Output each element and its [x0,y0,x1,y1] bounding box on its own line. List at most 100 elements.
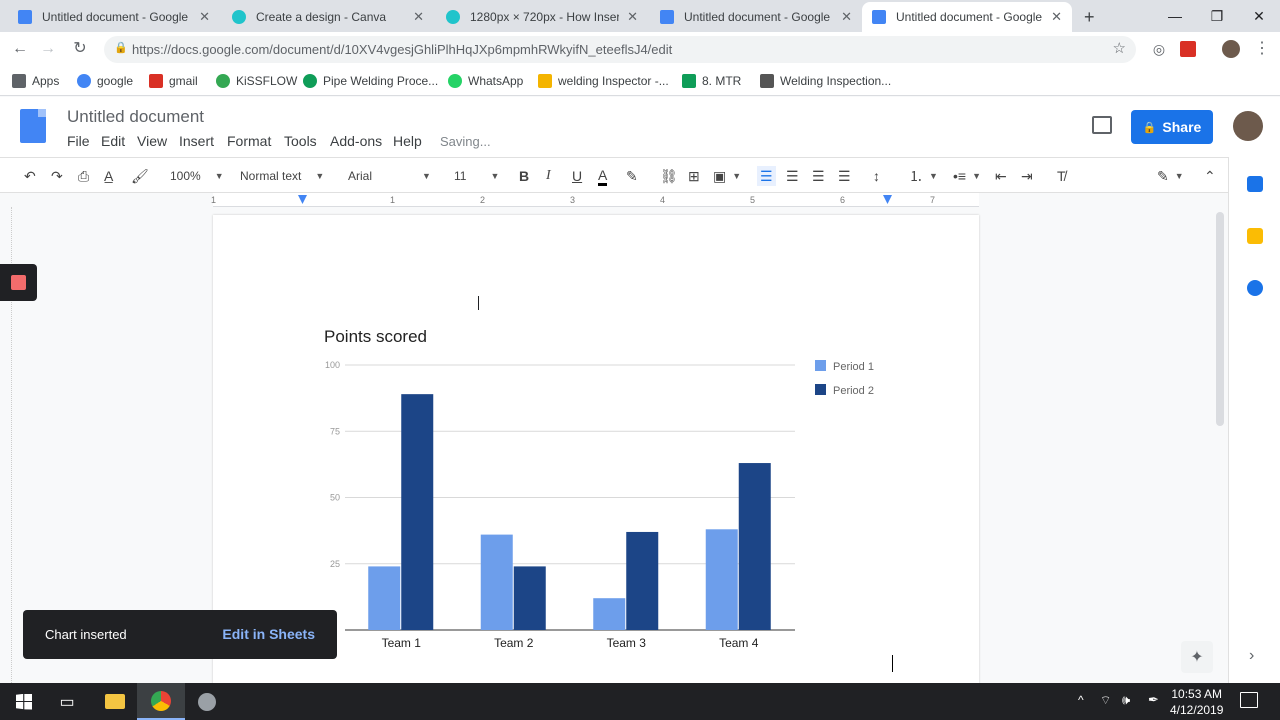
record-button[interactable] [0,264,37,301]
close-icon[interactable]: ✕ [413,9,424,25]
file-explorer-icon[interactable] [91,683,139,720]
menu-view[interactable]: View [137,133,167,149]
address-bar[interactable]: 🔒 https://docs.google.com/document/d/10X… [104,36,1136,63]
tasks-icon[interactable] [1247,280,1263,296]
chrome-icon[interactable] [137,683,185,720]
mouse-cursor [478,296,479,310]
chevron-right-icon[interactable]: › [1249,647,1254,665]
browser-tab[interactable]: Create a design - Canva ✕ [222,2,434,32]
extension-icon[interactable]: ◎ [1149,39,1169,59]
highlight-icon[interactable]: ✎ [626,166,638,186]
bookmark-apps[interactable]: Apps [12,72,59,90]
menu-tools[interactable]: Tools [284,133,317,149]
bookmark-mtr[interactable]: 8. MTR [682,72,741,90]
menu-file[interactable]: File [67,133,90,149]
document-title[interactable]: Untitled document [67,107,204,127]
increase-indent-icon[interactable]: ⇥ [1021,166,1033,186]
menu-insert[interactable]: Insert [179,133,214,149]
new-tab-button[interactable]: + [1080,2,1106,32]
spellcheck-icon[interactable]: A̲ [104,166,113,186]
window-close-icon[interactable]: ✕ [1236,0,1280,32]
comment-add-icon[interactable]: ⊞ [688,166,700,186]
chevron-up-icon[interactable]: ^ [1078,693,1084,707]
align-right-icon[interactable]: ☰ [812,166,825,186]
zoom-select[interactable]: 100% ▼ [170,166,224,186]
image-icon[interactable]: ▣ ▼ [713,166,741,186]
more-icon[interactable]: ⋮ [1252,39,1272,59]
extension-icon[interactable] [1180,41,1196,57]
bookmark-kissflow[interactable]: KiSSFLOW [216,72,297,90]
align-left-icon[interactable]: ☰ [757,166,776,186]
explore-icon[interactable]: ✦ [1181,641,1213,673]
browser-tab[interactable]: Untitled document - Google D ✕ [8,2,220,32]
menu-edit[interactable]: Edit [101,133,125,149]
star-icon[interactable]: ☆ [1113,39,1126,57]
text-color-icon[interactable]: A [598,166,608,186]
menu-help[interactable]: Help [393,133,422,149]
bold-icon[interactable]: B [519,166,529,186]
collapse-icon[interactable]: ⌃ [1204,166,1216,186]
bar-period-2 [738,463,771,630]
font-size-select[interactable]: 11 ▼ [454,166,499,186]
undo-icon[interactable]: ↶ [24,166,36,186]
close-icon[interactable]: ✕ [1051,9,1062,25]
style-select[interactable]: Normal text ▼ [240,166,324,186]
bookmark-gmail[interactable]: gmail [149,72,198,90]
share-button[interactable]: 🔒 Share [1131,110,1213,144]
keep-icon[interactable] [1247,228,1263,244]
clear-formatting-icon[interactable]: T̸ [1057,166,1066,186]
comment-history-icon[interactable] [1092,116,1112,134]
edit-in-sheets-button[interactable]: Edit in Sheets [222,626,315,642]
close-icon[interactable]: ✕ [627,9,638,25]
forward-icon[interactable]: → [38,39,58,59]
bulleted-list-icon[interactable]: •≡ ▼ [953,166,981,186]
x-tick-label: Team 3 [607,636,647,650]
numbered-list-icon[interactable]: ⒈ ▼ [909,166,938,186]
notification-icon[interactable] [1240,692,1258,708]
pen-icon[interactable]: ✒ [1148,692,1159,708]
indent-marker[interactable] [298,195,307,204]
close-icon[interactable]: ✕ [199,9,210,25]
volume-icon[interactable]: 🕪 [1122,692,1130,708]
windows-start-icon[interactable] [0,683,48,720]
browser-tab-active[interactable]: Untitled document - Google D ✕ [862,2,1072,32]
align-center-icon[interactable]: ☰ [786,166,799,186]
editing-mode-icon[interactable]: ✎ ▼ [1157,166,1184,186]
menu-format[interactable]: Format [227,133,271,149]
line-spacing-icon[interactable]: ↕ [873,166,880,186]
clock[interactable]: 10:53 AM 4/12/2019 [1170,686,1223,718]
bookmark-google[interactable]: google [77,72,133,90]
minimize-icon[interactable]: — [1152,0,1198,32]
network-icon[interactable]: ⌔ [1100,693,1111,708]
task-view-icon[interactable]: ▭ [43,683,91,720]
decrease-indent-icon[interactable]: ⇤ [995,166,1007,186]
bookmark-whatsapp[interactable]: WhatsApp [448,72,523,90]
docs-logo-icon[interactable] [20,109,46,143]
chart[interactable]: Points scored 100755025 Team 1 Team 2 Team… [310,320,900,660]
avatar[interactable] [1233,111,1263,141]
paint-format-icon[interactable]: 🖌 [131,166,149,186]
browser-tab[interactable]: 1280px × 720px - How Insert E ✕ [436,2,648,32]
justify-icon[interactable]: ☰ [838,166,851,186]
font-select[interactable]: Arial ▼ [348,166,431,186]
print-icon[interactable]: ⎙ [78,166,89,186]
back-icon[interactable]: ← [10,39,30,59]
redo-icon[interactable]: ↷ [51,166,63,186]
italic-icon[interactable]: I [546,166,551,186]
underline-icon[interactable]: U [572,166,582,186]
restore-icon[interactable]: ❐ [1194,0,1240,32]
reload-icon[interactable]: ↻ [70,39,90,59]
bookmark-welding-inspection[interactable]: Welding Inspection... [760,72,891,90]
scrollbar[interactable] [1216,212,1224,426]
link-icon[interactable]: ⛓ [660,166,678,186]
calendar-icon[interactable] [1247,176,1263,192]
paint-app-icon[interactable] [183,683,231,720]
menu-addons[interactable]: Add-ons [330,133,382,149]
profile-avatar[interactable] [1222,40,1240,58]
browser-tab[interactable]: Untitled document - Google D ✕ [650,2,862,32]
close-icon[interactable]: ✕ [841,9,852,25]
bookmark-pipe-welding[interactable]: Pipe Welding Proce... [303,72,438,90]
chevron-down-icon: ▼ [972,171,981,181]
right-indent-marker[interactable] [883,195,892,204]
bookmark-welding-inspector[interactable]: welding Inspector -... [538,72,669,90]
